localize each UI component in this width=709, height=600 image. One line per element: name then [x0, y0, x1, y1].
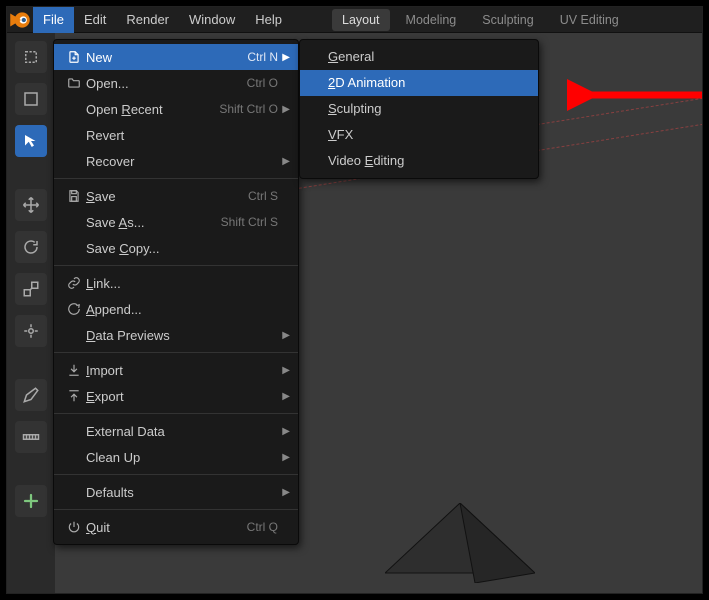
menu-item-label: External Data — [86, 424, 278, 439]
append-icon — [62, 302, 86, 316]
menu-item-label: New — [86, 50, 241, 65]
tool-cursor[interactable] — [15, 125, 47, 157]
tool-select-box[interactable] — [15, 83, 47, 115]
chevron-right-icon: ▶ — [278, 426, 290, 437]
file-menu-export[interactable]: Export▶ — [54, 383, 298, 409]
file-menu-new[interactable]: New Ctrl N▶ — [54, 44, 298, 70]
chevron-right-icon: ▶ — [278, 156, 290, 167]
file-menu-link[interactable]: Link... — [54, 270, 298, 296]
chevron-right-icon: ▶ — [278, 52, 290, 63]
tool-tweak[interactable] — [15, 41, 47, 73]
file-menu-recover[interactable]: Recover▶ — [54, 148, 298, 174]
chevron-right-icon: ▶ — [278, 104, 290, 115]
menu-separator — [54, 509, 298, 510]
menu-item-label: Revert — [86, 128, 278, 143]
app-window: FileEditRenderWindowHelp LayoutModelingS… — [6, 6, 703, 594]
menu-item-label: Clean Up — [86, 450, 278, 465]
chevron-right-icon: ▶ — [278, 391, 290, 402]
menu-render[interactable]: Render — [116, 7, 179, 33]
blender-logo-icon — [7, 7, 33, 33]
tool-transform[interactable] — [15, 315, 47, 347]
power-icon — [62, 520, 86, 534]
new-submenu-video-editing[interactable]: Video Editing — [300, 148, 538, 174]
tab-modeling[interactable]: Modeling — [396, 9, 467, 31]
tab-uv-editing[interactable]: UV Editing — [550, 9, 629, 31]
chevron-right-icon: ▶ — [278, 330, 290, 341]
menu-item-shortcut: Ctrl N — [247, 50, 278, 64]
tool-add[interactable] — [15, 485, 47, 517]
top-menubar: FileEditRenderWindowHelp Layout ModelingS… — [7, 7, 702, 33]
new-submenu-sculpting[interactable]: Sculpting — [300, 96, 538, 122]
menu-item-shortcut: Shift Ctrl O — [219, 102, 278, 116]
export-icon — [62, 389, 86, 403]
menu-item-shortcut: Shift Ctrl S — [221, 215, 278, 229]
menu-item-label: Import — [86, 363, 278, 378]
menu-item-label: Open... — [86, 76, 241, 91]
workspace-tabs: Layout ModelingSculpting UV Editing — [332, 7, 629, 33]
file-menu-append[interactable]: Append... — [54, 296, 298, 322]
file-menu-clean-up[interactable]: Clean Up▶ — [54, 444, 298, 470]
file-menu-save[interactable]: Save Ctrl S — [54, 183, 298, 209]
import-icon — [62, 363, 86, 377]
tool-rotate[interactable] — [15, 231, 47, 263]
new-submenu-2d-animation[interactable]: 2D Animation — [300, 70, 538, 96]
menu-item-label: Save As... — [86, 215, 215, 230]
menu-separator — [54, 474, 298, 475]
mesh-pyramid[interactable] — [385, 503, 535, 583]
chevron-right-icon: ▶ — [278, 487, 290, 498]
menu-item-label: Append... — [86, 302, 278, 317]
save-icon — [62, 189, 86, 203]
file-menu-external-data[interactable]: External Data▶ — [54, 418, 298, 444]
link-icon — [62, 276, 86, 290]
tab-sculpting[interactable]: Sculpting — [472, 9, 543, 31]
menu-window[interactable]: Window — [179, 7, 245, 33]
menu-item-label: Defaults — [86, 485, 278, 500]
file-menu-dropdown: NewCtrl N▶Open...Ctrl OOpen RecentShift … — [53, 39, 299, 545]
menu-item-label: Open Recent — [86, 102, 213, 117]
menu-item-label: Save — [86, 189, 242, 204]
file-menu-open-recent[interactable]: Open Recent Shift Ctrl O▶ — [54, 96, 298, 122]
file-menu-data-previews[interactable]: Data Previews▶ — [54, 322, 298, 348]
menu-separator — [54, 352, 298, 353]
menu-item-label: Recover — [86, 154, 278, 169]
tool-move[interactable] — [15, 189, 47, 221]
file-new-submenu: General2D AnimationSculptingVFXVideo Edi… — [299, 39, 539, 179]
menu-item-label: Link... — [86, 276, 278, 291]
menu-file[interactable]: File — [33, 7, 74, 33]
chevron-right-icon: ▶ — [278, 452, 290, 463]
file-menu-defaults[interactable]: Defaults▶ — [54, 479, 298, 505]
folder-icon — [62, 76, 86, 90]
file-menu-import[interactable]: Import▶ — [54, 357, 298, 383]
file-new-icon — [62, 50, 86, 64]
menu-item-shortcut: Ctrl O — [247, 76, 278, 90]
file-menu-revert[interactable]: Revert — [54, 122, 298, 148]
tool-annotate[interactable] — [15, 379, 47, 411]
menu-separator — [54, 265, 298, 266]
menu-edit[interactable]: Edit — [74, 7, 116, 33]
menu-item-label: Quit — [86, 520, 241, 535]
chevron-right-icon: ▶ — [278, 365, 290, 376]
menu-item-label: Data Previews — [86, 328, 278, 343]
file-menu-quit[interactable]: Quit Ctrl Q — [54, 514, 298, 540]
file-menu-save-copy[interactable]: Save Copy... — [54, 235, 298, 261]
menu-separator — [54, 178, 298, 179]
left-toolbar — [7, 33, 55, 593]
new-submenu-vfx[interactable]: VFX — [300, 122, 538, 148]
file-menu-open[interactable]: Open... Ctrl O — [54, 70, 298, 96]
menu-item-label: Export — [86, 389, 278, 404]
file-menu-save-as[interactable]: Save As... Shift Ctrl S — [54, 209, 298, 235]
menu-item-shortcut: Ctrl Q — [247, 520, 278, 534]
new-submenu-general[interactable]: General — [300, 44, 538, 70]
tool-measure[interactable] — [15, 421, 47, 453]
menu-item-shortcut: Ctrl S — [248, 189, 278, 203]
menu-item-label: Save Copy... — [86, 241, 278, 256]
tab-layout[interactable]: Layout — [332, 9, 390, 31]
tool-scale[interactable] — [15, 273, 47, 305]
menu-separator — [54, 413, 298, 414]
menu-help[interactable]: Help — [245, 7, 292, 33]
